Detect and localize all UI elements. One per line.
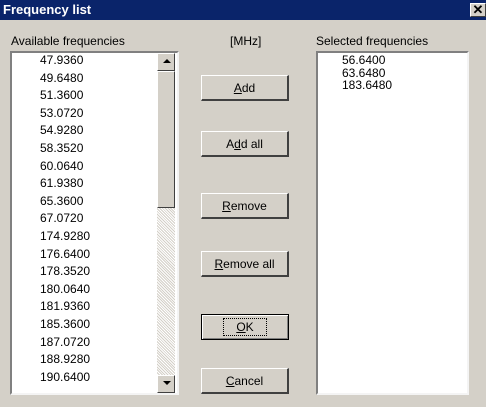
scroll-down-button[interactable] [157, 375, 175, 393]
cancel-button[interactable]: Cancel [201, 368, 289, 394]
scroll-up-button[interactable] [157, 53, 175, 71]
list-item[interactable]: 51.3600 [40, 89, 83, 102]
list-item[interactable]: 185.3600 [40, 318, 90, 331]
list-item[interactable]: 190.6400 [40, 370, 90, 384]
list-item[interactable]: 183.6480 [342, 79, 392, 92]
window-title: Frequency list [3, 2, 92, 17]
scroll-thumb[interactable] [157, 71, 175, 208]
ok-button-label: OK [223, 318, 267, 336]
list-item[interactable]: 178.3520 [40, 265, 90, 278]
list-item[interactable]: 58.3520 [40, 142, 83, 155]
selected-frequencies-label: Selected frequencies [316, 34, 429, 48]
selected-frequencies-list[interactable]: 56.6400 63.6480 183.6480 [316, 51, 469, 395]
add-all-button-label: Add all [226, 136, 263, 151]
frequency-list-dialog: Frequency list ✕ Available frequencies [… [0, 0, 486, 407]
list-item[interactable]: 60.0640 [40, 159, 83, 173]
list-item[interactable]: 67.0720 [40, 212, 83, 225]
remove-all-button-label: Remove all [214, 256, 275, 271]
available-frequencies-list[interactable]: 47.9360 49.6480 51.3600 53.0720 54.9280 58.35… [10, 51, 179, 395]
list-item[interactable]: 61.9380 [40, 177, 83, 190]
title-bar[interactable]: Frequency list ✕ [0, 0, 486, 20]
remove-button[interactable]: Remove [201, 193, 289, 219]
arrow-down-icon [163, 381, 171, 385]
available-frequencies-label: Available frequencies [11, 34, 125, 48]
remove-button-label: Remove [222, 198, 267, 213]
cancel-button-label: Cancel [225, 373, 264, 388]
list-item[interactable]: 174.9280 [40, 230, 90, 243]
list-item[interactable]: 180.0640 [40, 282, 90, 296]
list-item[interactable]: 176.6400 [40, 247, 90, 261]
list-item[interactable]: 187.0720 [40, 335, 90, 349]
add-button[interactable]: Add [201, 75, 289, 101]
list-item[interactable]: 49.6480 [40, 71, 83, 85]
available-scrollbar[interactable] [157, 53, 175, 393]
unit-label: [MHz] [230, 34, 262, 48]
list-item[interactable]: 65.3600 [40, 194, 83, 208]
list-item[interactable]: 54.9280 [40, 124, 83, 137]
close-icon: ✕ [472, 2, 484, 17]
list-item[interactable]: 181.9360 [40, 300, 90, 313]
add-all-button[interactable]: Add all [201, 131, 289, 157]
list-item[interactable]: 53.0720 [40, 106, 83, 120]
arrow-up-icon [163, 59, 171, 63]
remove-all-button[interactable]: Remove all [201, 251, 289, 277]
close-button[interactable]: ✕ [470, 3, 486, 17]
add-button-label: Add [233, 80, 256, 95]
list-item[interactable]: 188.9280 [40, 353, 90, 366]
list-item[interactable]: 47.9360 [40, 54, 83, 67]
ok-button[interactable]: OK [201, 314, 289, 340]
